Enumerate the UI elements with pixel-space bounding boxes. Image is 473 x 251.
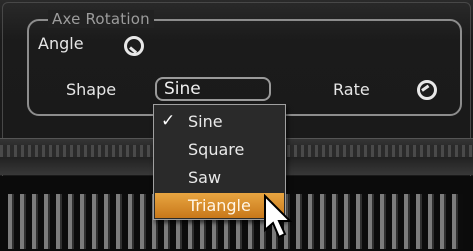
shape-select[interactable]: Sine — [155, 77, 271, 101]
group-legend: Axe Rotation — [48, 10, 154, 28]
menu-item-label: Triangle — [188, 196, 251, 215]
knob-pointer — [129, 46, 138, 54]
checkmark-icon: ✓ — [161, 111, 176, 131]
menu-item-square[interactable]: Square — [155, 137, 284, 162]
rate-knob-icon[interactable] — [417, 80, 437, 100]
shape-label: Shape — [66, 80, 117, 99]
rate-label: Rate — [333, 80, 370, 99]
menu-item-label: Sine — [188, 112, 223, 131]
plugin-panel: Axe Rotation Angle Shape Sine Rate ✓ Sin… — [0, 0, 473, 251]
axe-rotation-group — [27, 19, 462, 116]
menu-item-sine[interactable]: ✓ Sine — [155, 109, 284, 134]
knob-pointer — [421, 84, 430, 92]
menu-item-saw[interactable]: Saw — [155, 165, 284, 190]
mouse-cursor-icon — [264, 194, 292, 239]
menu-item-label: Square — [188, 140, 245, 159]
menu-item-label: Saw — [188, 168, 222, 187]
angle-knob-icon[interactable] — [124, 36, 144, 56]
angle-label: Angle — [38, 34, 84, 53]
